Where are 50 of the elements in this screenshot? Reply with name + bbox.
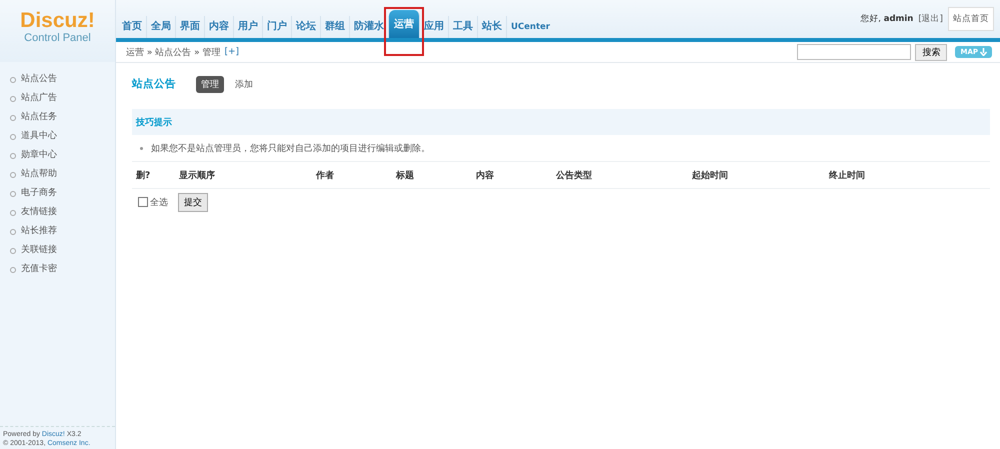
sidebar-item[interactable]: 站点任务 [0, 108, 115, 127]
nav-tab[interactable]: 工具 [449, 16, 478, 38]
nav-tab[interactable]: 内容 [205, 16, 234, 38]
column-header: 终止时间 [829, 169, 865, 182]
sidebar-item[interactable]: 站点广告 [0, 89, 115, 108]
sidebar-item[interactable]: 充值卡密 [0, 260, 115, 279]
nav-tab[interactable]: 群组 [321, 16, 350, 38]
page-tab[interactable]: 管理 [196, 76, 224, 92]
column-header: 内容 [476, 169, 495, 182]
nav-tab[interactable]: 运营 [389, 10, 420, 38]
nav-tab[interactable]: 界面 [176, 16, 205, 38]
logout-link[interactable]: [退出] [918, 13, 943, 25]
nav-tab[interactable]: 站长 [478, 16, 507, 38]
sidebar-item[interactable]: 站长推荐 [0, 222, 115, 241]
nav-tab[interactable]: 首页 [118, 16, 147, 38]
greeting-text: 您好, admin [860, 13, 914, 25]
annotation-frame [384, 7, 424, 56]
breadcrumb-text: 运营 » 站点公告 » 管理 [126, 46, 220, 58]
column-header: 标题 [396, 170, 415, 182]
nav-tab[interactable]: 论坛 [292, 16, 321, 38]
sidebar-item[interactable]: 关联链接 [0, 241, 115, 260]
nav-tab[interactable]: 门户 [263, 16, 292, 38]
sidebar-item[interactable]: 勋章中心 [0, 146, 115, 165]
tips-title: 技巧提示 [136, 116, 172, 128]
column-header: 作者 [316, 169, 335, 182]
column-header: 显示顺序 [179, 169, 216, 182]
nav-tab[interactable]: 全局 [147, 16, 176, 38]
sidebar-item[interactable]: 友情链接 [0, 203, 115, 222]
select-all-checkbox[interactable]: 全选 [138, 196, 168, 208]
down-arrow-icon [980, 48, 987, 56]
sidebar-item[interactable]: 电子商务 [0, 184, 115, 203]
sidebar-item[interactable]: 道具中心 [0, 127, 115, 146]
nav-tab[interactable]: UCenter [507, 16, 554, 38]
submit-button[interactable]: 提交 [178, 192, 208, 212]
nav-tab[interactable]: 用户 [234, 16, 263, 38]
sidebar-item[interactable]: 站点公告 [0, 70, 115, 89]
column-header: 删? [136, 170, 152, 182]
sidebar-item[interactable]: 站点帮助 [0, 165, 115, 184]
logo-title: Discuz! [20, 10, 95, 32]
page-title: 站点公告 [132, 77, 176, 91]
logo-subtitle: Control Panel [24, 32, 91, 44]
add-shortcut-link[interactable]: [+] [224, 47, 240, 57]
column-header: 起始时间 [692, 169, 729, 182]
search-button[interactable]: 搜索 [915, 44, 948, 60]
nav-tab[interactable]: 应用 [420, 16, 449, 38]
search-field[interactable] [797, 44, 912, 60]
page-tab[interactable]: 添加 [230, 76, 258, 92]
tip-text: 如果您不是站点管理员，您将只能对自己添加的项目进行编辑或删除。 [151, 142, 430, 154]
site-home-button[interactable]: 站点首页 [948, 7, 994, 31]
column-header: 公告类型 [556, 169, 593, 182]
